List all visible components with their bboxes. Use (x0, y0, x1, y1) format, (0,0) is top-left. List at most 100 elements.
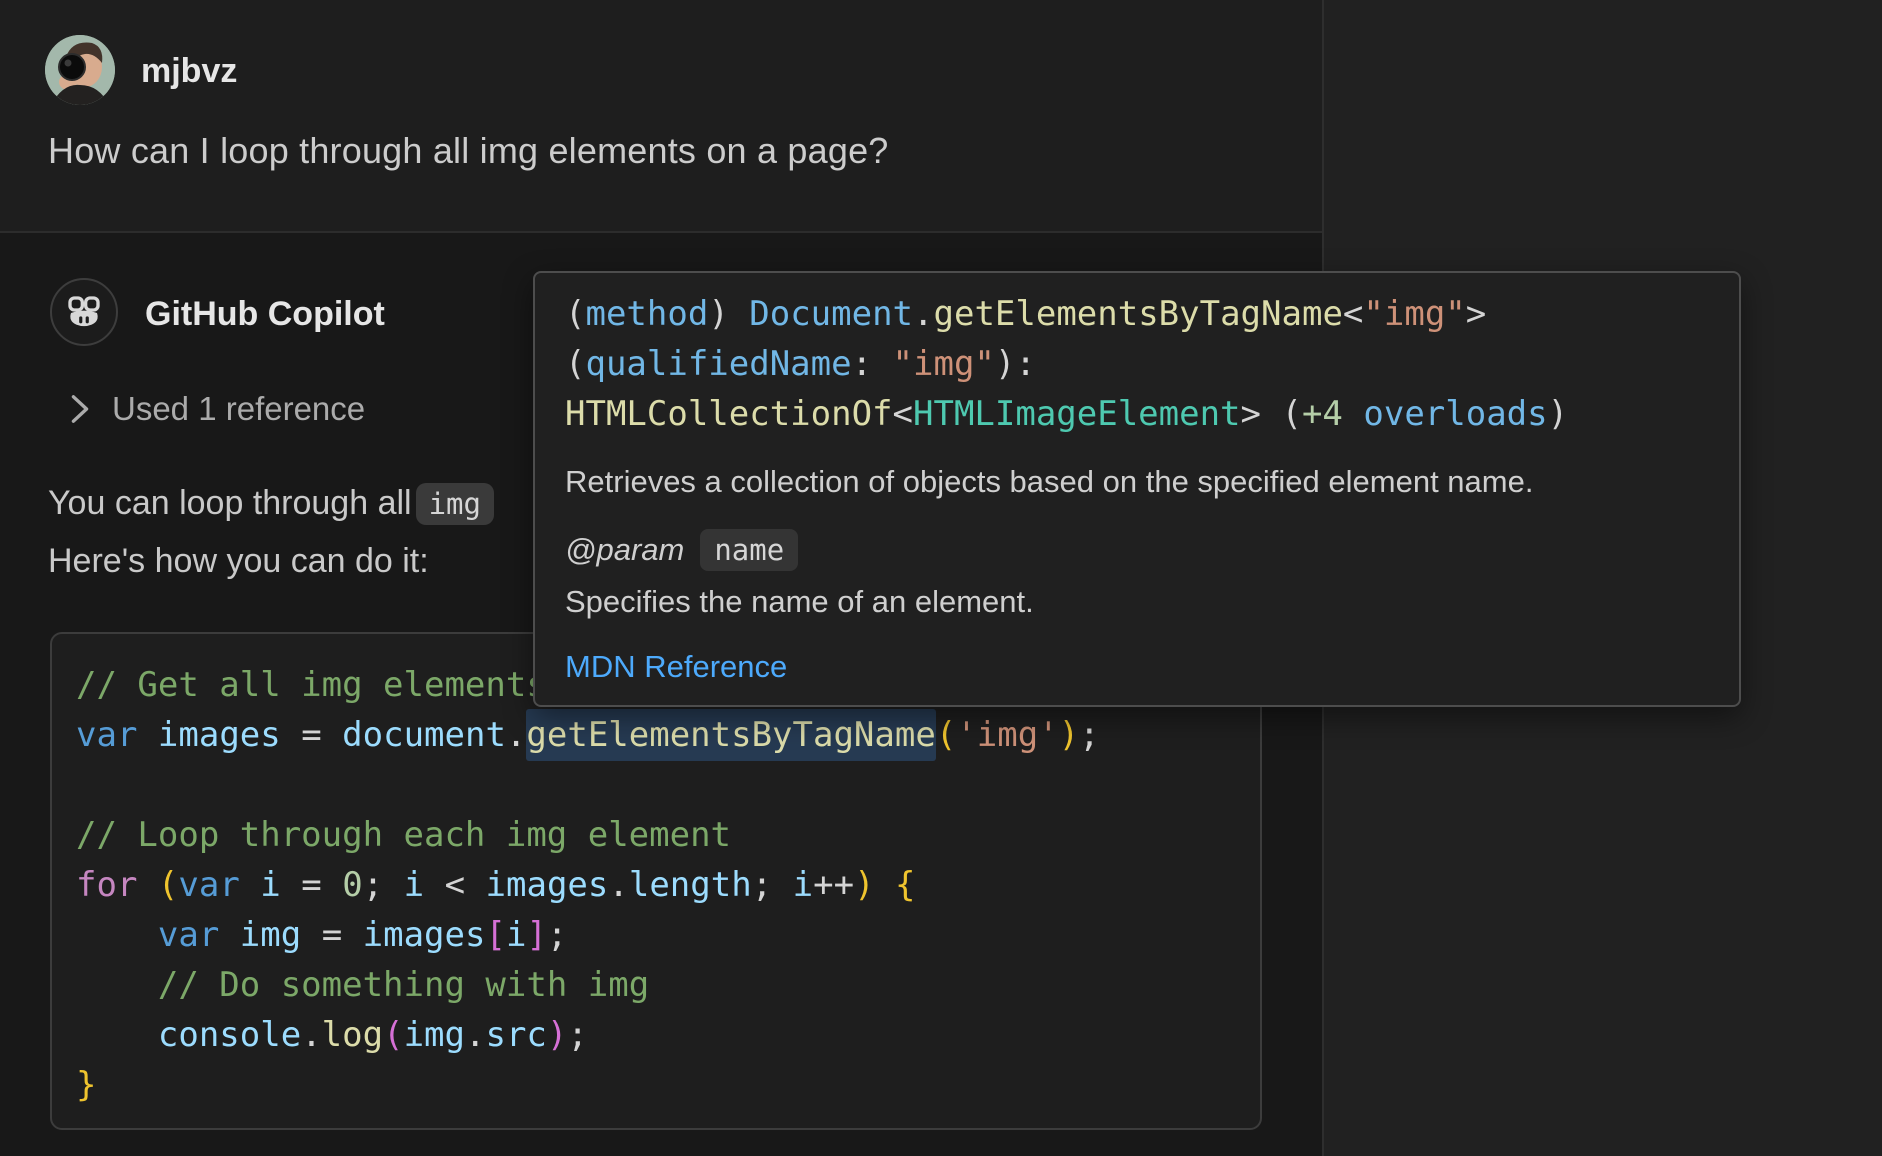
code-token: ) (708, 294, 749, 334)
code-token: HTMLCollectionOf (565, 394, 893, 434)
code-token: ; (567, 1015, 587, 1055)
tooltip-param-description: Specifies the name of an element. (565, 581, 1709, 623)
code-token (137, 715, 157, 755)
code-token (240, 865, 260, 905)
code-token: images (158, 715, 281, 755)
code-token: img (240, 915, 301, 955)
code-token: var (178, 865, 239, 905)
code-token (875, 865, 895, 905)
tooltip-signature: (method) Document.getElementsByTagName < "… (565, 289, 1709, 439)
code-token: ++ (813, 865, 854, 905)
code-token: < (893, 394, 913, 434)
code-token: "img" (893, 344, 995, 384)
code-token (1343, 394, 1363, 434)
references-toggle[interactable]: Used 1 reference (70, 390, 365, 428)
code-token (76, 1015, 158, 1055)
code-token: console (158, 1015, 301, 1055)
signature-line: (method) Document.getElementsByTagName<"… (565, 289, 1709, 339)
code-token: log (322, 1015, 383, 1055)
code-token: ; (1079, 715, 1099, 755)
code-token: getElementsByTagName (934, 294, 1343, 334)
user-question: How can I loop through all img elements … (48, 130, 889, 172)
code-token: ( (565, 294, 585, 334)
code-token: images (486, 865, 609, 905)
copilot-name: GitHub Copilot (145, 295, 385, 334)
param-tag: @param (565, 532, 684, 568)
code-token: i (260, 865, 280, 905)
user-avatar (45, 35, 115, 105)
code-line: var images = document.getElementsByTagNa… (76, 710, 1260, 760)
param-name-chip: name (700, 529, 798, 571)
code-token: img (404, 1015, 465, 1055)
tooltip-description: Retrieves a collection of objects based … (565, 461, 1709, 503)
code-token: = (281, 865, 342, 905)
code-token: qualifiedName (585, 344, 851, 384)
code-line (76, 760, 1260, 810)
user-avatar-image (45, 35, 115, 105)
signature-line: HTMLCollectionOf<HTMLImageElement> (+4 o… (565, 389, 1709, 439)
code-token: overloads (1363, 394, 1547, 434)
code-token (137, 865, 157, 905)
code-token: method (585, 294, 708, 334)
code-line: for (var i = 0; i < images.length; i++) … (76, 860, 1260, 910)
code-token: i (793, 865, 813, 905)
code-token: 'img' (956, 715, 1058, 755)
code-token: ) (547, 1015, 567, 1055)
code-token: length (629, 865, 752, 905)
code-token: < (424, 865, 485, 905)
code-token: ) (854, 865, 874, 905)
code-token: = (301, 915, 362, 955)
code-line: // Do something with img (76, 960, 1260, 1010)
code-token: . (506, 715, 526, 755)
code-token: ( (936, 715, 956, 755)
code-token: . (301, 1015, 321, 1055)
answer-line-2: Here's how you can do it: (48, 542, 429, 581)
code-token: Document (749, 294, 913, 334)
code-token: images (363, 915, 486, 955)
code-token: ( (158, 865, 178, 905)
code-token: ; (547, 915, 567, 955)
inline-code-img: img (416, 483, 494, 525)
code-line: // Loop through each img element (76, 810, 1260, 860)
code-token: for (76, 865, 137, 905)
code-token: var (158, 915, 219, 955)
references-label: Used 1 reference (112, 390, 365, 428)
code-token: ; (752, 865, 793, 905)
code-token: : (852, 344, 893, 384)
code-line: var img = images[i]; (76, 910, 1260, 960)
code-token: 0 (342, 865, 362, 905)
code-token: HTMLImageElement (913, 394, 1241, 434)
code-token: ] (526, 915, 546, 955)
code-token: > ( (1241, 394, 1302, 434)
user-message: mjbvz How can I loop through all img ele… (0, 0, 1322, 233)
code-token: var (76, 715, 137, 755)
code-line: } (76, 1060, 1260, 1110)
code-token: ( (565, 344, 585, 384)
mdn-reference-link[interactable]: MDN Reference (565, 649, 787, 685)
code-token: . (913, 294, 933, 334)
code-token: +4 (1302, 394, 1343, 434)
code-token: src (485, 1015, 546, 1055)
code-token: ): (995, 344, 1036, 384)
code-token: i (404, 865, 424, 905)
answer-line-1-text: You can loop through all (48, 484, 412, 522)
chat-panel: mjbvz How can I loop through all img ele… (0, 0, 1882, 1156)
code-token: { (895, 865, 915, 905)
code-token (76, 915, 158, 955)
code-token: > (1466, 294, 1486, 334)
code-token: document (342, 715, 506, 755)
code-token (219, 915, 239, 955)
signature-line: (qualifiedName: "img"): (565, 339, 1709, 389)
answer-line-1: You can loop through allimg (48, 484, 494, 523)
code-token: ; (363, 865, 404, 905)
code-token: ) (1059, 715, 1079, 755)
code-token: = (281, 715, 342, 755)
code-token: "img" (1363, 294, 1465, 334)
username: mjbvz (141, 52, 237, 91)
code-token: . (608, 865, 628, 905)
code-token: [ (485, 915, 505, 955)
code-lines: // Get all img elements on the pagevar i… (76, 660, 1260, 1110)
tooltip-param-row: @param name (565, 527, 1709, 573)
code-token: } (76, 1065, 96, 1105)
code-token: ( (383, 1015, 403, 1055)
